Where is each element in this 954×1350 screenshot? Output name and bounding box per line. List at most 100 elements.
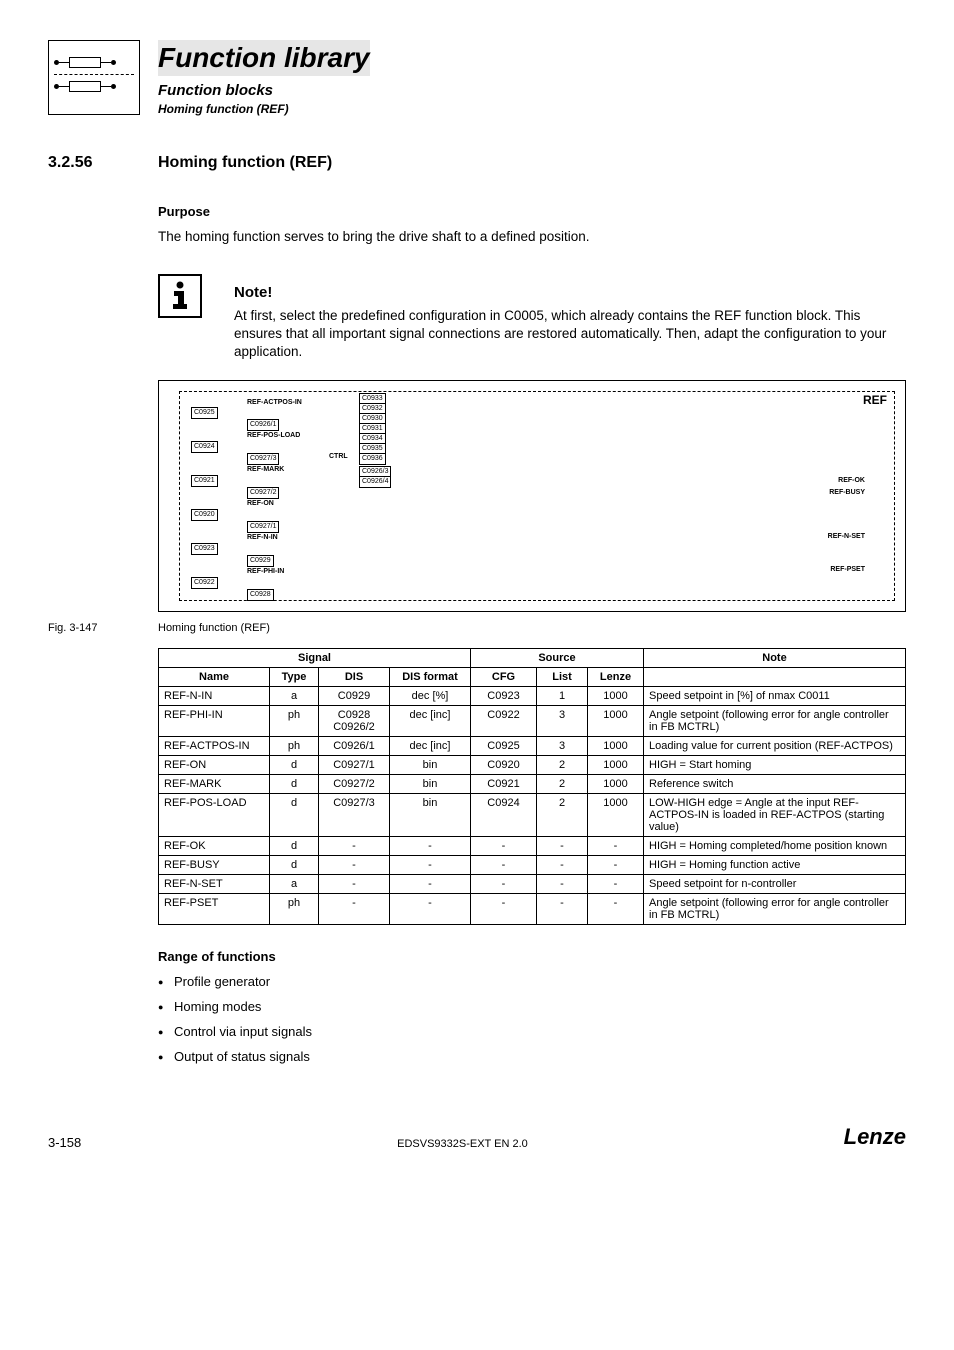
diag-box: C0921 (191, 475, 218, 487)
th-note-blank (644, 667, 906, 686)
table-cell: bin (390, 755, 471, 774)
table-row: REF-MARKdC0927/2binC092121000Reference s… (159, 774, 906, 793)
diag-in-label: REF-ACTPOS-IN (247, 399, 302, 406)
note-title: Note! (234, 284, 906, 301)
range-list: Profile generatorHoming modesControl via… (158, 974, 906, 1064)
figure-caption: Fig. 3-147 Homing function (REF) (48, 622, 906, 634)
table-row: REF-OKd-----HIGH = Homing completed/home… (159, 836, 906, 855)
diag-in-label: REF-POS-LOAD (247, 432, 300, 439)
header-title: Function library (158, 42, 370, 74)
table-cell: ph (270, 705, 319, 736)
table-cell: Angle setpoint (following error for angl… (644, 893, 906, 924)
table-cell: - (537, 893, 588, 924)
table-cell: REF-OK (159, 836, 270, 855)
table-cell: - (537, 836, 588, 855)
diag-box: C0927/2 (247, 487, 279, 499)
table-cell: 3 (537, 736, 588, 755)
diagram-ref-label: REF (863, 393, 887, 407)
table-cell: d (270, 755, 319, 774)
header-subtitle1: Function blocks (158, 82, 370, 99)
table-cell: d (270, 774, 319, 793)
diag-in-label: REF-MARK (247, 466, 284, 473)
signal-table: Signal Source Note Name Type DIS DIS for… (158, 648, 906, 925)
diag-out-label: REF-BUSY (829, 489, 865, 496)
table-cell: - (588, 893, 644, 924)
table-cell: C0927/1 (319, 755, 390, 774)
info-icon (158, 274, 202, 318)
table-cell: - (471, 893, 537, 924)
note-block: Note! At first, select the predefined co… (158, 274, 906, 362)
table-cell: - (471, 855, 537, 874)
range-heading: Range of functions (158, 949, 906, 964)
purpose-text: The homing function serves to bring the … (158, 229, 906, 244)
diag-box: C0925 (191, 407, 218, 419)
table-row: REF-POS-LOADdC0927/3binC092421000LOW-HIG… (159, 793, 906, 836)
th-lenze: Lenze (588, 667, 644, 686)
table-cell: C0924 (471, 793, 537, 836)
diag-in-label: REF-N-IN (247, 534, 278, 541)
th-group-source: Source (471, 648, 644, 667)
table-cell: d (270, 793, 319, 836)
table-cell: 1000 (588, 774, 644, 793)
diag-box: C0926/4 (359, 476, 391, 488)
table-cell: C0921 (471, 774, 537, 793)
table-cell: 1 (537, 686, 588, 705)
table-cell: REF-N-IN (159, 686, 270, 705)
diag-box: C0936 (359, 453, 386, 465)
table-cell: REF-ACTPOS-IN (159, 736, 270, 755)
page-header: Function library Function blocks Homing … (48, 40, 906, 116)
diag-ctrl: CTRL (329, 453, 348, 460)
diag-box: C0920 (191, 509, 218, 521)
th-cfg: CFG (471, 667, 537, 686)
diag-in-label: REF-PHI-IN (247, 568, 284, 575)
table-cell: - (390, 855, 471, 874)
table-cell: REF-N-SET (159, 874, 270, 893)
diag-box: C0927/3 (247, 453, 279, 465)
table-cell: - (588, 855, 644, 874)
table-cell: - (390, 836, 471, 855)
table-cell: 1000 (588, 755, 644, 774)
table-cell: a (270, 686, 319, 705)
table-cell: C0920 (471, 755, 537, 774)
table-cell: C0925 (471, 736, 537, 755)
list-item: Control via input signals (158, 1024, 906, 1039)
table-cell: 1000 (588, 686, 644, 705)
table-cell: REF-BUSY (159, 855, 270, 874)
table-cell: - (471, 836, 537, 855)
table-cell: HIGH = Start homing (644, 755, 906, 774)
table-cell: C0926/1 (319, 736, 390, 755)
table-cell: - (471, 874, 537, 893)
table-cell: dec [inc] (390, 705, 471, 736)
th-type: Type (270, 667, 319, 686)
table-cell: - (588, 836, 644, 855)
header-diagram-icon (48, 40, 140, 115)
footer-doc: EDSVS9332S-EXT EN 2.0 (397, 1138, 528, 1150)
th-list: List (537, 667, 588, 686)
diag-box: C0922 (191, 577, 218, 589)
section-title: Homing function (REF) (158, 154, 332, 172)
table-row: REF-ONdC0927/1binC092021000HIGH = Start … (159, 755, 906, 774)
table-cell: C0927/3 (319, 793, 390, 836)
diag-out-label: REF-OK (838, 477, 865, 484)
table-cell: C0927/2 (319, 774, 390, 793)
diag-box: C0926/1 (247, 419, 279, 431)
table-cell: 3 (537, 705, 588, 736)
table-cell: REF-MARK (159, 774, 270, 793)
diag-box: C0923 (191, 543, 218, 555)
diag-box: C0928 (247, 589, 274, 601)
list-item: Profile generator (158, 974, 906, 989)
diag-in-label: REF-ON (247, 500, 274, 507)
th-disformat: DIS format (390, 667, 471, 686)
section-number: 3.2.56 (48, 154, 158, 172)
table-cell: - (537, 874, 588, 893)
diag-box: C0929 (247, 555, 274, 567)
table-cell: C0923 (471, 686, 537, 705)
page-footer: 3-158 EDSVS9332S-EXT EN 2.0 Lenze (48, 1124, 906, 1150)
th-dis: DIS (319, 667, 390, 686)
table-cell: C0922 (471, 705, 537, 736)
figure-number: Fig. 3-147 (48, 622, 158, 634)
table-cell: - (319, 855, 390, 874)
footer-page: 3-158 (48, 1135, 81, 1150)
table-cell: - (537, 855, 588, 874)
table-cell: Reference switch (644, 774, 906, 793)
